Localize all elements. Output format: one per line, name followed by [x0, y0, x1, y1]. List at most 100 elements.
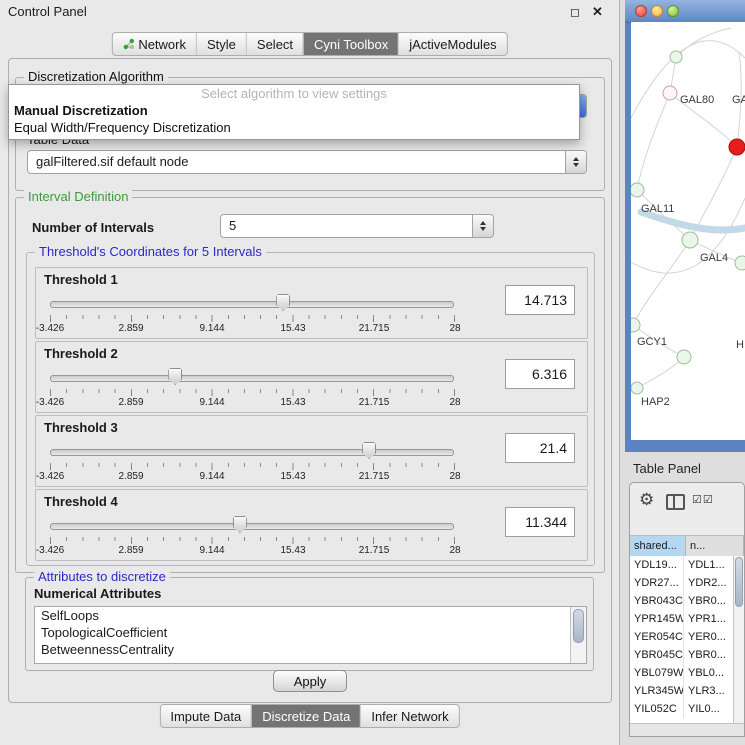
tab-impute-data[interactable]: Impute Data — [160, 705, 251, 727]
threshold-panel: Threshold 1-3.4262.8599.14415.4321.71528… — [35, 267, 588, 339]
scale-label: 28 — [449, 397, 460, 408]
threshold-slider[interactable] — [50, 516, 454, 534]
scale-label: 21.715 — [359, 323, 390, 334]
attributes-list[interactable]: SelfLoopsTopologicalCoefficientBetweenne… — [34, 606, 587, 664]
threshold-value-field[interactable]: 6.316 — [505, 359, 575, 389]
tab-label: Network — [138, 37, 186, 52]
slider-scale: -3.4262.8599.14415.4321.71528 — [50, 397, 455, 408]
minimize-window-icon[interactable] — [651, 5, 663, 17]
table-rows: YDL19...YDL1...YDR27...YDR2...YBR043CYBR… — [630, 556, 734, 724]
table-cell: YPR1... — [684, 610, 734, 628]
close-panel-icon[interactable]: ✕ — [592, 4, 603, 20]
table-row[interactable]: YBR045CYBR0... — [630, 646, 734, 664]
select-columns-icon[interactable]: ☑☑ — [692, 493, 714, 506]
columns-icon[interactable] — [666, 494, 685, 510]
scale-label: -3.426 — [36, 323, 64, 334]
table-data-value: galFiltered.sif default node — [36, 151, 188, 173]
attribute-item[interactable]: TopologicalCoefficient — [35, 624, 586, 641]
network-node[interactable] — [631, 318, 640, 332]
tab-label: jActiveModules — [409, 37, 496, 52]
interval-definition-group: Interval Definition Number of Intervals … — [15, 197, 605, 573]
threshold-label: Threshold 4 — [44, 494, 118, 509]
network-canvas[interactable]: GAL80GAGAL11GAL4GCY1HHAP2 — [631, 22, 745, 440]
algorithm-option[interactable]: Equal Width/Frequency Discretization — [9, 119, 579, 136]
tab-select[interactable]: Select — [246, 33, 303, 55]
tab-label: Infer Network — [371, 709, 448, 724]
scale-label: 9.144 — [199, 323, 224, 334]
network-node-selected[interactable] — [729, 139, 745, 155]
slider-tick-marks-minor — [50, 315, 456, 319]
threshold-value-field[interactable]: 11.344 — [505, 507, 575, 537]
algorithm-option[interactable]: Manual Discretization — [9, 102, 579, 119]
table-cell: YBR043C — [630, 592, 684, 610]
table-row[interactable]: YLR345WYLR3... — [630, 682, 734, 700]
table-row[interactable]: YER054CYER0... — [630, 628, 734, 646]
scrollbar-thumb[interactable] — [573, 609, 584, 643]
network-node[interactable] — [631, 183, 644, 197]
scale-label: 28 — [449, 323, 460, 334]
network-node[interactable] — [670, 51, 682, 63]
threshold-slider[interactable] — [50, 294, 454, 312]
threshold-slider[interactable] — [50, 442, 454, 460]
intervals-count-select[interactable]: 5 — [220, 214, 494, 238]
float-window-icon[interactable]: ◻ — [570, 5, 580, 19]
table-row[interactable]: YIL052CYIL0... — [630, 700, 734, 718]
interval-group-title: Interval Definition — [24, 189, 132, 204]
network-edge[interactable] — [637, 357, 684, 388]
slider-track — [50, 375, 454, 382]
network-node[interactable] — [682, 232, 698, 248]
table-row[interactable]: YPR145WYPR1... — [630, 610, 734, 628]
table-cell: YDR2... — [684, 574, 734, 592]
tab-cyni-toolbox[interactable]: Cyni Toolbox — [303, 33, 398, 55]
network-node[interactable] — [677, 350, 691, 364]
table-panel-title: Table Panel — [633, 461, 701, 476]
table-cell: YER054C — [630, 628, 684, 646]
tab-discretize-data[interactable]: Discretize Data — [251, 705, 360, 727]
column-header[interactable]: n... — [686, 536, 744, 556]
panel-title: Control Panel — [8, 4, 87, 19]
table-scrollbar[interactable] — [733, 556, 744, 724]
tab-network[interactable]: Network — [112, 33, 196, 55]
network-node[interactable] — [631, 382, 643, 394]
combo-stepper-icon[interactable] — [565, 151, 586, 173]
table-row[interactable]: YBR043CYBR0... — [630, 592, 734, 610]
network-node[interactable] — [663, 86, 677, 100]
gear-icon[interactable]: ⚙ — [639, 490, 654, 510]
table-row[interactable]: YBL079WYBL0... — [630, 664, 734, 682]
scale-label: 2.859 — [118, 471, 143, 482]
table-cell: YIL052C — [630, 700, 684, 718]
slider-thumb[interactable] — [362, 442, 376, 459]
apply-button[interactable]: Apply — [273, 670, 347, 692]
attributes-scrollbar[interactable] — [570, 607, 586, 663]
slider-thumb[interactable] — [168, 368, 182, 385]
network-edge[interactable] — [633, 240, 690, 325]
threshold-value-field[interactable]: 14.713 — [505, 285, 575, 315]
slider-thumb[interactable] — [276, 294, 290, 311]
zoom-window-icon[interactable] — [667, 5, 679, 17]
attribute-item[interactable]: SelfLoops — [35, 607, 586, 624]
tab-style[interactable]: Style — [196, 33, 246, 55]
network-edge[interactable] — [637, 93, 670, 190]
tab-jactivemodules[interactable]: jActiveModules — [398, 33, 506, 55]
network-edge[interactable] — [631, 41, 745, 118]
network-window: GAL80GAGAL11GAL4GCY1HHAP2 — [625, 0, 745, 452]
table-cell: YBR0... — [684, 646, 734, 664]
network-node[interactable] — [735, 256, 745, 270]
attribute-item[interactable]: BetweennessCentrality — [35, 641, 586, 658]
threshold-slider[interactable] — [50, 368, 454, 386]
table-row[interactable]: YDL19...YDL1... — [630, 556, 734, 574]
table-data-select[interactable]: galFiltered.sif default node — [27, 150, 587, 174]
threshold-value-field[interactable]: 21.4 — [505, 433, 575, 463]
attributes-items: SelfLoopsTopologicalCoefficientBetweenne… — [35, 607, 586, 658]
table-cell: YDL1... — [684, 556, 734, 574]
slider-thumb[interactable] — [233, 516, 247, 533]
scrollbar-thumb[interactable] — [735, 557, 743, 607]
column-header[interactable]: shared... — [630, 536, 686, 556]
table-cell: YDR27... — [630, 574, 684, 592]
table-row[interactable]: YDR27...YDR2... — [630, 574, 734, 592]
close-window-icon[interactable] — [635, 5, 647, 17]
network-window-titlebar[interactable] — [625, 0, 745, 23]
table-hscrollbar[interactable] — [630, 723, 744, 736]
combo-stepper-icon[interactable] — [472, 215, 493, 237]
tab-infer-network[interactable]: Infer Network — [360, 705, 458, 727]
